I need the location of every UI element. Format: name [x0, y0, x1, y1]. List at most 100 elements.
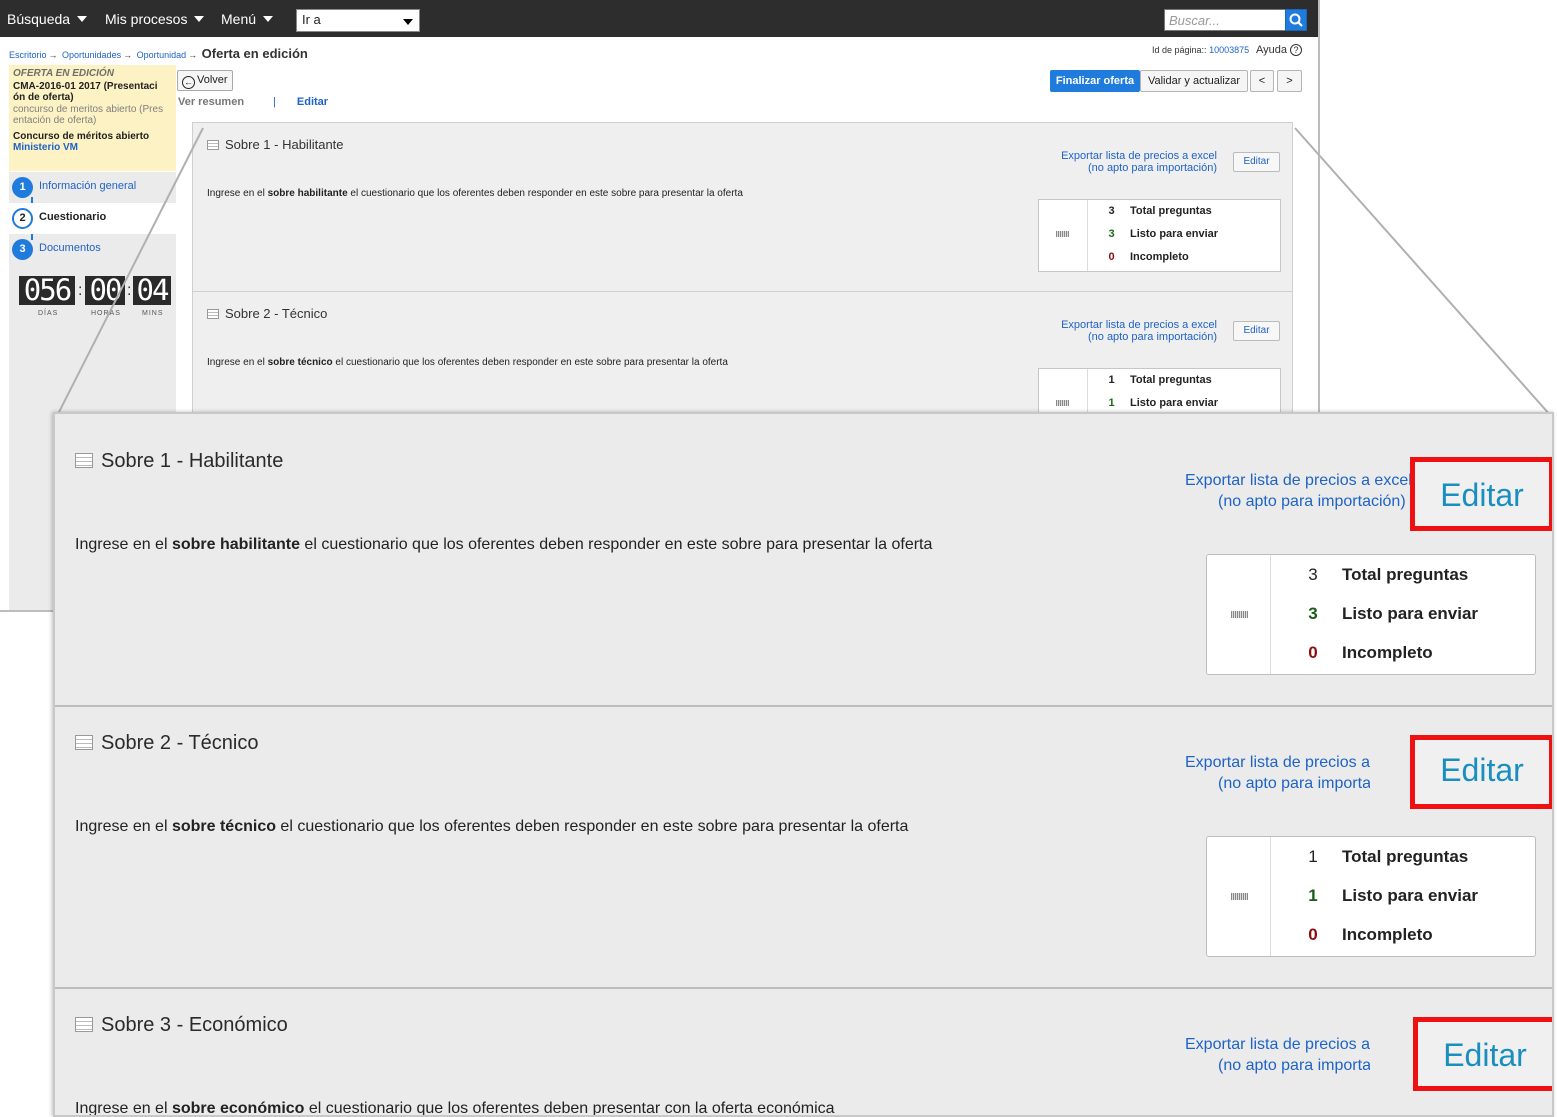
busqueda-label: Búsqueda — [7, 11, 71, 27]
export-line1: Exportar lista de precios a excel — [1061, 319, 1217, 331]
zoom-envelope-title-text: Sobre 1 - Habilitante — [101, 450, 284, 472]
goto-value: Ir a — [302, 12, 321, 27]
stat-total-label: Total preguntas — [1342, 565, 1469, 584]
chevron-down-icon — [194, 16, 205, 22]
mis-procesos-menu[interactable]: Mis procesos — [105, 11, 205, 27]
export-price-list-link[interactable]: Exportar lista de precios a excel (no apt… — [1039, 150, 1217, 174]
zoom-envelope-title-text: Sobre 2 - Técnico — [101, 732, 259, 754]
edit-envelope-button[interactable]: Editar — [1233, 321, 1280, 341]
edit-envelope-button[interactable]: Editar — [1233, 152, 1280, 172]
keyboard-icon — [1056, 231, 1069, 237]
envelope-description: Ingrese en el sobre habilitante el cuest… — [207, 188, 743, 199]
page-id-value[interactable]: 10003875 — [1209, 45, 1249, 55]
stat-ready: 1 Listo para enviar — [1099, 397, 1224, 409]
stat-total-value: 3 — [1308, 565, 1318, 584]
zoom-edit-envelope-button[interactable]: Editar — [1413, 1017, 1552, 1091]
keyboard-icon — [1231, 611, 1248, 618]
keyboard-icon — [1056, 400, 1069, 406]
table-icon — [75, 1017, 93, 1032]
keyboard-icon — [1231, 893, 1248, 900]
desc-post: el cuestionario que los oferentes deben … — [299, 536, 933, 553]
zoom-export-price-list-link[interactable]: Exportar lista de precios a excel (no apt… — [1185, 470, 1425, 514]
step-label: Información general — [39, 180, 137, 192]
desc-post: el cuestionario que los oferentes deben … — [275, 818, 909, 835]
zoom-envelope-title: Sobre 1 - Habilitante — [75, 450, 283, 473]
countdown-colon: : — [78, 282, 83, 299]
step-label: Documentos — [39, 242, 101, 254]
stat-ready-label: Listo para enviar — [1130, 397, 1219, 409]
offer-entity[interactable]: Ministerio VM — [13, 142, 172, 153]
search-button[interactable] — [1285, 9, 1307, 31]
menu-menu[interactable]: Menú — [221, 11, 274, 27]
stat-ready-value: 3 — [1108, 228, 1115, 240]
desc-bold: sobre habilitante — [267, 188, 348, 199]
breadcrumb-oportunidades[interactable]: Oportunidades — [62, 50, 121, 60]
breadcrumb-oportunidad[interactable]: Oportunidad — [137, 50, 187, 60]
envelope-section: Sobre 1 - Habilitante Ingrese en el sobr… — [193, 123, 1292, 291]
back-button[interactable]: ← Volver — [177, 70, 233, 91]
goto-select[interactable]: Ir a — [296, 9, 420, 32]
stat-total: 1 Total preguntas — [1099, 374, 1218, 386]
stat-incomplete-value: 0 — [1308, 643, 1318, 662]
help-label: Ayuda — [1256, 44, 1287, 56]
edit-label: Editar — [1443, 1037, 1527, 1073]
stat-ready-value: 3 — [1308, 604, 1318, 623]
envelope-title-text: Sobre 2 - Técnico — [225, 306, 328, 321]
back-label: Volver — [197, 74, 228, 86]
export-line1: Exportar lista de precios a — [1185, 1036, 1370, 1053]
zoom-envelope-stats: 3 Total preguntas 3 Listo para enviar 0 Inc… — [1206, 554, 1536, 675]
table-icon — [207, 140, 219, 150]
countdown-colon: : — [127, 282, 132, 299]
edit-label: Editar — [1440, 752, 1524, 788]
envelope-title: Sobre 2 - Técnico — [207, 306, 327, 321]
offer-desc-line1: concurso de meritos abierto (Pres — [13, 104, 164, 115]
stat-total: 3 Total preguntas — [1099, 205, 1218, 217]
menu-label: Menú — [221, 11, 257, 27]
busqueda-menu[interactable]: Búsqueda — [7, 11, 88, 27]
zoom-export-price-list-link[interactable]: Exportar lista de precios a (no apto para… — [1185, 1034, 1370, 1078]
previous-button[interactable]: < — [1250, 70, 1274, 92]
stat-incomplete: 0 Incompleto — [1302, 925, 1451, 945]
next-button[interactable]: > — [1277, 70, 1302, 92]
stat-total-value: 3 — [1108, 205, 1115, 217]
help-link[interactable]: Ayuda ? — [1256, 44, 1303, 56]
offer-info-box: OFERTA EN EDICIÓN CMA-2016-01 2017 (Pres… — [9, 65, 176, 171]
step-number: 2 — [12, 208, 33, 229]
stat-incomplete: 0 Incompleto — [1099, 251, 1195, 263]
tab-ver-resumen[interactable]: Ver resumen — [178, 96, 244, 108]
chevron-down-icon — [77, 16, 88, 22]
step-informacion-general[interactable]: 1 Información general — [9, 172, 176, 203]
validate-update-button[interactable]: Validar y actualizar — [1140, 70, 1248, 92]
countdown-mins: 04 — [133, 276, 171, 305]
desc-bold: sobre técnico — [267, 357, 333, 368]
desc-post: el cuestionario que los oferentes deben … — [347, 188, 743, 199]
search-input[interactable]: Buscar... — [1164, 9, 1286, 31]
countdown-mins-label: MINS — [142, 310, 164, 317]
zoom-envelope-section: Sobre 1 - Habilitante Ingrese en el sobr… — [55, 414, 1552, 696]
arrow-left-icon: ← — [182, 76, 195, 89]
desc-bold: sobre económico — [171, 1100, 305, 1117]
envelope-title-text: Sobre 1 - Habilitante — [225, 137, 344, 152]
zoom-export-price-list-link[interactable]: Exportar lista de precios a excel (no apt… — [1185, 752, 1370, 796]
offer-status: OFERTA EN EDICIÓN — [13, 68, 114, 79]
export-line2: (no apto para importación) — [1218, 775, 1370, 792]
export-line2: (no apto para importación) — [1087, 331, 1217, 343]
top-navigation-bar: Búsqueda Mis procesos Menú Ir a Buscar..… — [0, 0, 1318, 37]
countdown-hours-label: HORAS — [91, 310, 121, 317]
zoom-envelope-description: Ingrese en el sobre técnico el cuestiona… — [75, 818, 908, 836]
zoom-edit-envelope-button[interactable]: Editar — [1410, 457, 1552, 531]
table-icon — [207, 309, 219, 319]
step-cuestionario[interactable]: 2 Cuestionario — [9, 203, 176, 234]
step-label: Cuestionario — [39, 211, 107, 223]
finalize-offer-button[interactable]: Finalizar oferta — [1050, 70, 1140, 92]
table-icon — [75, 735, 93, 750]
breadcrumb-escritorio[interactable]: Escritorio — [9, 50, 47, 60]
zoom-envelope-title: Sobre 2 - Técnico — [75, 732, 259, 755]
envelope-title: Sobre 1 - Habilitante — [207, 137, 344, 152]
zoom-edit-envelope-button[interactable]: Editar — [1410, 735, 1552, 809]
export-price-list-link[interactable]: Exportar lista de precios a excel (no apt… — [1039, 319, 1217, 343]
tab-editar[interactable]: Editar — [297, 96, 328, 108]
stat-incomplete-label: Incompleto — [1130, 251, 1189, 263]
step-documentos[interactable]: 3 Documentos — [9, 234, 176, 265]
desc-pre: Ingrese en el — [75, 1100, 172, 1117]
